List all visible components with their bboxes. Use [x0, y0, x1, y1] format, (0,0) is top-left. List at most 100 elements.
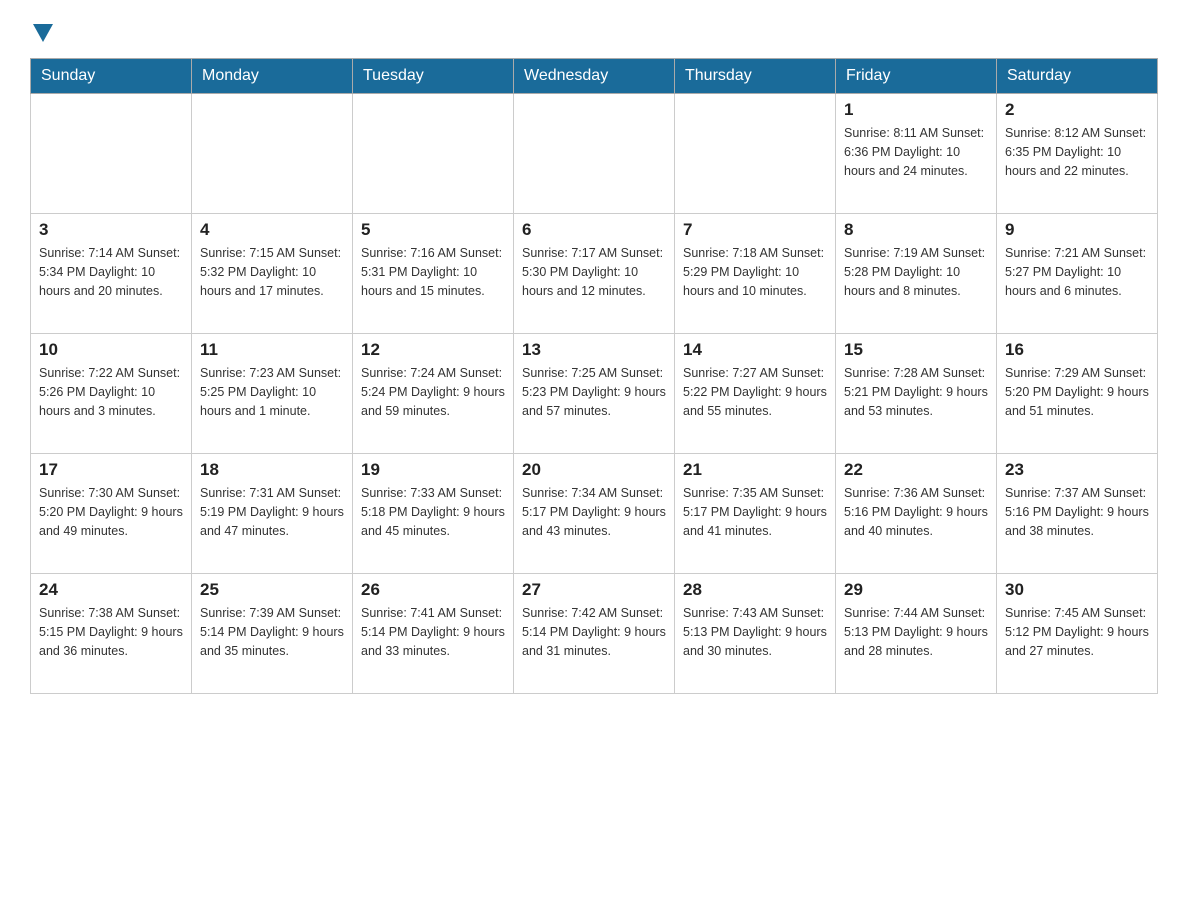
calendar-cell: 6 Sunrise: 7:17 AM Sunset: 5:30 PM Daylig… — [514, 214, 675, 334]
day-info: Sunrise: 7:43 AM Sunset: 5:13 PM Dayligh… — [683, 604, 827, 660]
weekday-header-row: SundayMondayTuesdayWednesdayThursdayFrid… — [31, 59, 1158, 94]
calendar-cell: 3Sunrise: 7:14 AM Sunset: 5:34 PM Daylig… — [31, 214, 192, 334]
day-info: Sunrise: 7:24 AM Sunset: 5:24 PM Dayligh… — [361, 364, 505, 420]
calendar-cell: 7 Sunrise: 7:18 AM Sunset: 5:29 PM Daylig… — [675, 214, 836, 334]
day-info: Sunrise: 7:17 AM Sunset: 5:30 PM Dayligh… — [522, 244, 666, 300]
day-number: 25 — [200, 580, 344, 600]
day-number: 24 — [39, 580, 183, 600]
day-number: 2 — [1005, 100, 1149, 120]
logo-triangle-icon — [33, 24, 53, 42]
calendar-cell — [514, 94, 675, 214]
calendar-cell: 22 Sunrise: 7:36 AM Sunset: 5:16 PM Dayli… — [836, 454, 997, 574]
calendar-cell: 10 Sunrise: 7:22 AM Sunset: 5:26 PM Dayli… — [31, 334, 192, 454]
day-info: Sunrise: 7:27 AM Sunset: 5:22 PM Dayligh… — [683, 364, 827, 420]
day-info: Sunrise: 7:38 AM Sunset: 5:15 PM Dayligh… — [39, 604, 183, 660]
day-info: Sunrise: 8:12 AM Sunset: 6:35 PM Dayligh… — [1005, 124, 1149, 180]
day-number: 14 — [683, 340, 827, 360]
day-info: Sunrise: 7:31 AM Sunset: 5:19 PM Dayligh… — [200, 484, 344, 540]
weekday-header-wednesday: Wednesday — [514, 59, 675, 94]
calendar-cell: 5Sunrise: 7:16 AM Sunset: 5:31 PM Daylig… — [353, 214, 514, 334]
calendar-cell: 29 Sunrise: 7:44 AM Sunset: 5:13 PM Dayli… — [836, 574, 997, 694]
calendar-cell: 21 Sunrise: 7:35 AM Sunset: 5:17 PM Dayli… — [675, 454, 836, 574]
day-info: Sunrise: 7:15 AM Sunset: 5:32 PM Dayligh… — [200, 244, 344, 300]
day-number: 23 — [1005, 460, 1149, 480]
day-info: Sunrise: 7:21 AM Sunset: 5:27 PM Dayligh… — [1005, 244, 1149, 300]
calendar-cell — [675, 94, 836, 214]
day-number: 28 — [683, 580, 827, 600]
calendar-cell: 19 Sunrise: 7:33 AM Sunset: 5:18 PM Dayli… — [353, 454, 514, 574]
day-number: 21 — [683, 460, 827, 480]
calendar-cell: 24 Sunrise: 7:38 AM Sunset: 5:15 PM Dayli… — [31, 574, 192, 694]
calendar-cell: 14 Sunrise: 7:27 AM Sunset: 5:22 PM Dayli… — [675, 334, 836, 454]
day-info: Sunrise: 7:35 AM Sunset: 5:17 PM Dayligh… — [683, 484, 827, 540]
calendar-cell — [31, 94, 192, 214]
calendar-week-row: 17 Sunrise: 7:30 AM Sunset: 5:20 PM Dayli… — [31, 454, 1158, 574]
day-info: Sunrise: 7:25 AM Sunset: 5:23 PM Dayligh… — [522, 364, 666, 420]
day-number: 16 — [1005, 340, 1149, 360]
calendar-cell: 16Sunrise: 7:29 AM Sunset: 5:20 PM Dayli… — [997, 334, 1158, 454]
weekday-header-friday: Friday — [836, 59, 997, 94]
calendar-cell: 23Sunrise: 7:37 AM Sunset: 5:16 PM Dayli… — [997, 454, 1158, 574]
calendar-cell: 11Sunrise: 7:23 AM Sunset: 5:25 PM Dayli… — [192, 334, 353, 454]
calendar-cell: 18 Sunrise: 7:31 AM Sunset: 5:19 PM Dayli… — [192, 454, 353, 574]
calendar-cell — [353, 94, 514, 214]
calendar-cell: 27 Sunrise: 7:42 AM Sunset: 5:14 PM Dayli… — [514, 574, 675, 694]
day-number: 4 — [200, 220, 344, 240]
day-info: Sunrise: 7:33 AM Sunset: 5:18 PM Dayligh… — [361, 484, 505, 540]
calendar-cell: 15 Sunrise: 7:28 AM Sunset: 5:21 PM Dayli… — [836, 334, 997, 454]
day-number: 22 — [844, 460, 988, 480]
day-number: 19 — [361, 460, 505, 480]
calendar-week-row: 3Sunrise: 7:14 AM Sunset: 5:34 PM Daylig… — [31, 214, 1158, 334]
day-number: 6 — [522, 220, 666, 240]
weekday-header-monday: Monday — [192, 59, 353, 94]
page-header — [30, 20, 1158, 42]
day-info: Sunrise: 7:30 AM Sunset: 5:20 PM Dayligh… — [39, 484, 183, 540]
day-number: 26 — [361, 580, 505, 600]
day-number: 7 — [683, 220, 827, 240]
day-info: Sunrise: 7:22 AM Sunset: 5:26 PM Dayligh… — [39, 364, 183, 420]
day-number: 10 — [39, 340, 183, 360]
calendar-cell: 28 Sunrise: 7:43 AM Sunset: 5:13 PM Dayli… — [675, 574, 836, 694]
day-number: 11 — [200, 340, 344, 360]
day-number: 18 — [200, 460, 344, 480]
calendar-week-row: 10 Sunrise: 7:22 AM Sunset: 5:26 PM Dayli… — [31, 334, 1158, 454]
calendar-table: SundayMondayTuesdayWednesdayThursdayFrid… — [30, 58, 1158, 694]
calendar-week-row: 24 Sunrise: 7:38 AM Sunset: 5:15 PM Dayli… — [31, 574, 1158, 694]
calendar-cell: 2 Sunrise: 8:12 AM Sunset: 6:35 PM Daylig… — [997, 94, 1158, 214]
day-number: 9 — [1005, 220, 1149, 240]
day-number: 27 — [522, 580, 666, 600]
day-number: 20 — [522, 460, 666, 480]
day-number: 29 — [844, 580, 988, 600]
day-number: 30 — [1005, 580, 1149, 600]
day-info: Sunrise: 7:45 AM Sunset: 5:12 PM Dayligh… — [1005, 604, 1149, 660]
calendar-cell: 12Sunrise: 7:24 AM Sunset: 5:24 PM Dayli… — [353, 334, 514, 454]
day-info: Sunrise: 7:36 AM Sunset: 5:16 PM Dayligh… — [844, 484, 988, 540]
weekday-header-sunday: Sunday — [31, 59, 192, 94]
day-info: Sunrise: 7:41 AM Sunset: 5:14 PM Dayligh… — [361, 604, 505, 660]
weekday-header-saturday: Saturday — [997, 59, 1158, 94]
day-info: Sunrise: 7:18 AM Sunset: 5:29 PM Dayligh… — [683, 244, 827, 300]
calendar-cell: 30 Sunrise: 7:45 AM Sunset: 5:12 PM Dayli… — [997, 574, 1158, 694]
calendar-cell: 20 Sunrise: 7:34 AM Sunset: 5:17 PM Dayli… — [514, 454, 675, 574]
weekday-header-tuesday: Tuesday — [353, 59, 514, 94]
day-number: 13 — [522, 340, 666, 360]
day-number: 17 — [39, 460, 183, 480]
day-info: Sunrise: 7:19 AM Sunset: 5:28 PM Dayligh… — [844, 244, 988, 300]
day-number: 15 — [844, 340, 988, 360]
calendar-cell: 26 Sunrise: 7:41 AM Sunset: 5:14 PM Dayli… — [353, 574, 514, 694]
day-info: Sunrise: 7:28 AM Sunset: 5:21 PM Dayligh… — [844, 364, 988, 420]
calendar-cell: 17 Sunrise: 7:30 AM Sunset: 5:20 PM Dayli… — [31, 454, 192, 574]
day-number: 1 — [844, 100, 988, 120]
day-info: Sunrise: 7:34 AM Sunset: 5:17 PM Dayligh… — [522, 484, 666, 540]
day-number: 8 — [844, 220, 988, 240]
day-info: Sunrise: 7:44 AM Sunset: 5:13 PM Dayligh… — [844, 604, 988, 660]
calendar-cell: 25Sunrise: 7:39 AM Sunset: 5:14 PM Dayli… — [192, 574, 353, 694]
calendar-cell: 9 Sunrise: 7:21 AM Sunset: 5:27 PM Daylig… — [997, 214, 1158, 334]
calendar-week-row: 1 Sunrise: 8:11 AM Sunset: 6:36 PM Daylig… — [31, 94, 1158, 214]
calendar-cell: 1 Sunrise: 8:11 AM Sunset: 6:36 PM Daylig… — [836, 94, 997, 214]
day-info: Sunrise: 7:42 AM Sunset: 5:14 PM Dayligh… — [522, 604, 666, 660]
calendar-cell — [192, 94, 353, 214]
day-number: 3 — [39, 220, 183, 240]
calendar-cell: 13 Sunrise: 7:25 AM Sunset: 5:23 PM Dayli… — [514, 334, 675, 454]
day-info: Sunrise: 8:11 AM Sunset: 6:36 PM Dayligh… — [844, 124, 988, 180]
